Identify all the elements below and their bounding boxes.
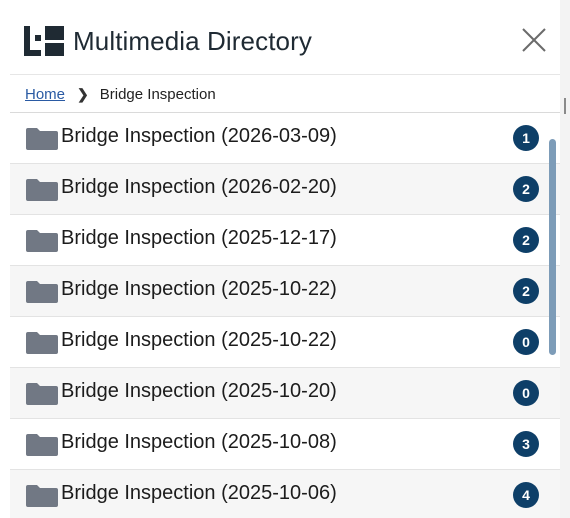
breadcrumb-current: Bridge Inspection: [99, 85, 216, 103]
folder-label: Bridge Inspection (2026-02-20): [61, 176, 337, 198]
item-count-badge: 3: [513, 431, 539, 457]
breadcrumb-home-link[interactable]: Home: [25, 86, 65, 103]
item-count-badge: 4: [513, 482, 539, 508]
folder-row[interactable]: Bridge Inspection (2025-10-06) 4: [10, 470, 560, 518]
item-count-badge: 2: [513, 227, 539, 253]
folder-row[interactable]: Bridge Inspection (2025-10-22) 2: [10, 266, 560, 317]
breadcrumb: Home ❯ Bridge Inspection: [10, 76, 560, 113]
background-window-edge: [560, 0, 570, 518]
folder-label: Bridge Inspection (2025-10-22): [61, 278, 337, 300]
folder-row[interactable]: Bridge Inspection (2025-10-22) 0: [10, 317, 560, 368]
folder-icon: [26, 128, 58, 150]
multimedia-directory-panel: Multimedia Directory Home ❯ Bridge Inspe…: [0, 0, 560, 518]
folder-row[interactable]: Bridge Inspection (2026-02-20) 2: [10, 164, 560, 215]
folder-label: Bridge Inspection (2025-10-08): [61, 431, 337, 453]
close-icon: [522, 28, 546, 52]
breadcrumb-separator-icon: ❯: [77, 85, 89, 102]
item-count-badge: 0: [513, 329, 539, 355]
folder-icon: [26, 332, 58, 354]
panel-header: Multimedia Directory: [0, 0, 560, 74]
folder-row[interactable]: Bridge Inspection (2025-10-20) 0: [10, 368, 560, 419]
item-count-badge: 2: [513, 176, 539, 202]
folder-label: Bridge Inspection (2025-10-22): [61, 329, 337, 351]
folder-icon: [26, 230, 58, 252]
folder-row[interactable]: Bridge Inspection (2025-10-08) 3: [10, 419, 560, 470]
close-button[interactable]: [516, 22, 552, 58]
folder-row[interactable]: Bridge Inspection (2026-03-09) 1: [10, 113, 560, 164]
folder-list: Bridge Inspection (2026-03-09) 1 Bridge …: [10, 113, 560, 518]
scrollbar-thumb[interactable]: [549, 139, 556, 355]
panel-title: Multimedia Directory: [73, 26, 312, 56]
item-count-badge: 0: [513, 380, 539, 406]
item-count-badge: 1: [513, 125, 539, 151]
folder-icon: [26, 281, 58, 303]
item-count-badge: 2: [513, 278, 539, 304]
list-scrollbar[interactable]: [549, 113, 557, 518]
folder-icon: [26, 485, 58, 507]
background-divider: [564, 98, 566, 114]
folder-row[interactable]: Bridge Inspection (2025-12-17) 2: [10, 215, 560, 266]
folder-label: Bridge Inspection (2025-10-20): [61, 380, 337, 402]
header-divider: [10, 74, 560, 75]
brand-logo-icon: [24, 26, 64, 56]
folder-icon: [26, 179, 58, 201]
folder-label: Bridge Inspection (2025-10-06): [61, 482, 337, 504]
folder-label: Bridge Inspection (2026-03-09): [61, 125, 337, 147]
folder-label: Bridge Inspection (2025-12-17): [61, 227, 337, 249]
folder-icon: [26, 383, 58, 405]
folder-icon: [26, 434, 58, 456]
